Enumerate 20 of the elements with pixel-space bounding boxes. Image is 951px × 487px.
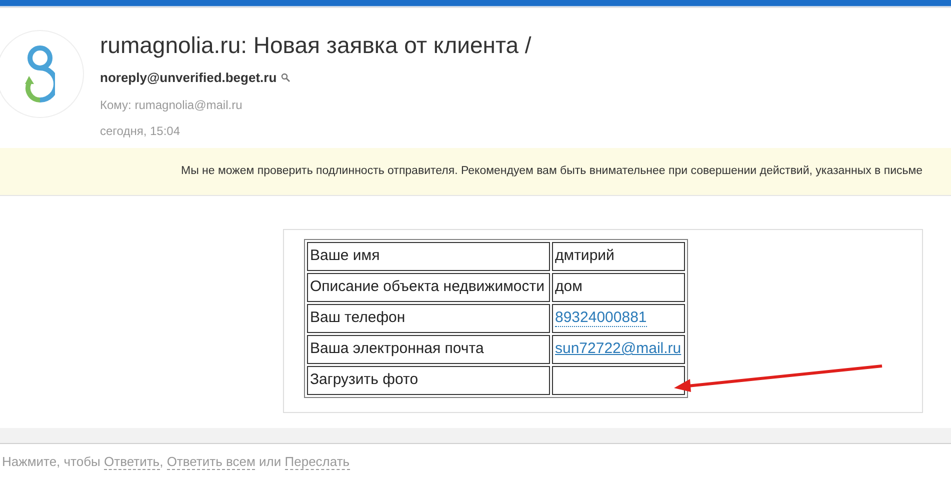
email-link[interactable]: sun72722@mail.ru xyxy=(555,340,682,358)
recipient-line: Кому: rumagnolia@mail.ru xyxy=(100,96,244,114)
table-cell: Загрузить фото xyxy=(307,366,550,395)
phone-link[interactable]: 89324000881 xyxy=(555,309,647,328)
table-cell: дмтирий xyxy=(552,242,685,271)
date-text: сегодня, 15:04 xyxy=(100,122,182,140)
reply-hint: Нажмите, чтобы Ответить, Ответить всем или Переслать xyxy=(1,453,351,472)
email-subject: rumagnolia.ru: Новая заявка от клиента / xyxy=(100,31,532,60)
table-cell: Ваша электронная почта xyxy=(307,335,550,364)
reply-link[interactable]: Переслать xyxy=(284,454,350,470)
reply-link[interactable]: Ответить всем xyxy=(166,454,256,470)
table-cell: Ваш телефон xyxy=(307,304,550,333)
table-cell: Описание объекта недвижимости xyxy=(307,273,550,302)
logo-icon xyxy=(25,45,55,103)
reply-link[interactable]: Ответить xyxy=(104,454,160,470)
sender-address[interactable]: noreply@unverified.beget.ru xyxy=(100,68,277,88)
table-cell: дом xyxy=(552,273,685,302)
table-cell: Ваше имя xyxy=(307,242,550,271)
warning-text: Мы не можем проверить подлинность отправителя. Рекомендуем вам быть внимательнее при совершении действий, указанных в письме xyxy=(181,164,923,179)
search-icon[interactable] xyxy=(280,73,290,82)
